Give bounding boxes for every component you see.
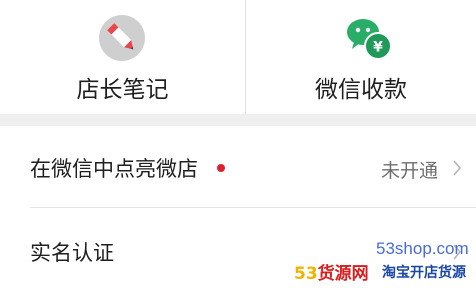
- watermark-brand-number: 53: [294, 264, 318, 284]
- notification-badge: [217, 164, 225, 172]
- watermark-url: 53shop.com: [376, 239, 469, 258]
- tile-store-notes[interactable]: 店长笔记: [0, 0, 245, 114]
- tile-wechat-payment[interactable]: ¥ 微信收款: [245, 0, 476, 114]
- list-item-wechat-store[interactable]: 在微信中点亮微店 未开通: [0, 126, 476, 206]
- watermark-slogan: 淘宝开店货源: [382, 265, 466, 281]
- row-label-wechat-store: 在微信中点亮微店: [30, 157, 198, 181]
- svg-text:¥: ¥: [373, 40, 383, 56]
- watermark-brand-name: 货源网: [317, 264, 369, 284]
- wechat-payment-icon: ¥: [347, 19, 392, 60]
- notebook-pencil-icon: [99, 15, 145, 61]
- row-value-status: 未开通: [381, 160, 439, 182]
- row-label-real-name-verification: 实名认证: [30, 241, 114, 265]
- watermark-brand: 53货源网: [294, 259, 369, 284]
- chevron-right-icon: [453, 160, 462, 176]
- shortcut-tiles: 店长笔记 ¥ 微信收款: [0, 0, 476, 114]
- tile-label-store-notes: 店长笔记: [76, 77, 169, 103]
- section-separator: [0, 114, 476, 126]
- tile-label-wechat-payment: 微信收款: [315, 77, 407, 103]
